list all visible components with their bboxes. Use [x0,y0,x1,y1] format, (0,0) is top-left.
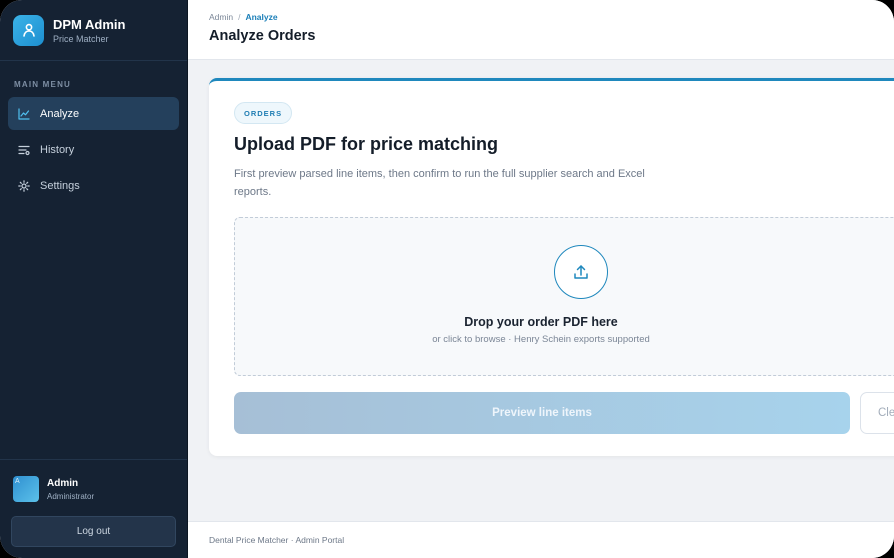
avatar: A [13,476,39,502]
card-title: Upload PDF for price matching [234,134,499,154]
sidebar-item-label: History [40,143,75,156]
sidebar-item-label: Settings [40,179,80,192]
user-text: Admin Administrator [47,478,94,501]
breadcrumb-separator: / [238,12,241,22]
user-icon [13,14,44,46]
preview-line-items-button[interactable]: Preview line items [234,392,850,434]
user-profile: A Admin Administrator [13,476,187,502]
breadcrumb-root[interactable]: Admin [209,12,233,22]
gear-icon [18,179,30,192]
sidebar-item-label: Analyze [40,107,80,120]
page-title: Analyze Orders [209,28,316,44]
sidebar: DPM Admin Price Matcher MAIN MENU Analyz… [0,0,188,558]
menu-label: MAIN MENU [14,80,72,89]
chart-line-icon [18,107,30,120]
pdf-dropzone[interactable]: Drop your order PDF here or click to bro… [234,217,894,376]
upload-card: ORDERS Upload PDF for price matching Fir… [209,78,894,456]
clear-button[interactable]: Cle [860,392,894,434]
top-bar: Admin / Analyze Analyze Orders [188,0,894,60]
brand: DPM Admin Price Matcher [0,0,187,61]
brand-title: DPM Admin [53,16,126,32]
user-name: Admin [47,477,79,489]
user-role: Administrator [47,491,95,501]
footer: Dental Price Matcher · Admin Portal [188,521,894,558]
dropzone-subtitle: or click to browse · Henry Schein export… [432,334,650,345]
list-icon [18,144,30,156]
brand-text: DPM Admin Price Matcher [53,17,125,44]
brand-subtitle: Price Matcher [53,33,109,44]
breadcrumb: Admin / Analyze [209,0,894,22]
breadcrumb-current: Analyze [245,12,278,22]
footer-text: Dental Price Matcher · Admin Portal [209,535,345,545]
card-description: First preview parsed line items, then co… [234,168,645,198]
dropzone-title: Drop your order PDF here [464,315,618,329]
sidebar-nav: Analyze History Settings [0,97,187,202]
sidebar-item-history[interactable]: History [8,133,179,166]
app-window: DPM Admin Price Matcher MAIN MENU Analyz… [0,0,894,558]
sidebar-item-analyze[interactable]: Analyze [8,97,179,130]
upload-icon [554,245,608,299]
sidebar-user-section: A Admin Administrator Log out [0,459,187,558]
main-content: Admin / Analyze Analyze Orders ORDERS Uplo… [188,0,894,558]
logout-button[interactable]: Log out [11,516,176,547]
section-badge: ORDERS [234,102,293,124]
sidebar-item-settings[interactable]: Settings [8,169,179,202]
